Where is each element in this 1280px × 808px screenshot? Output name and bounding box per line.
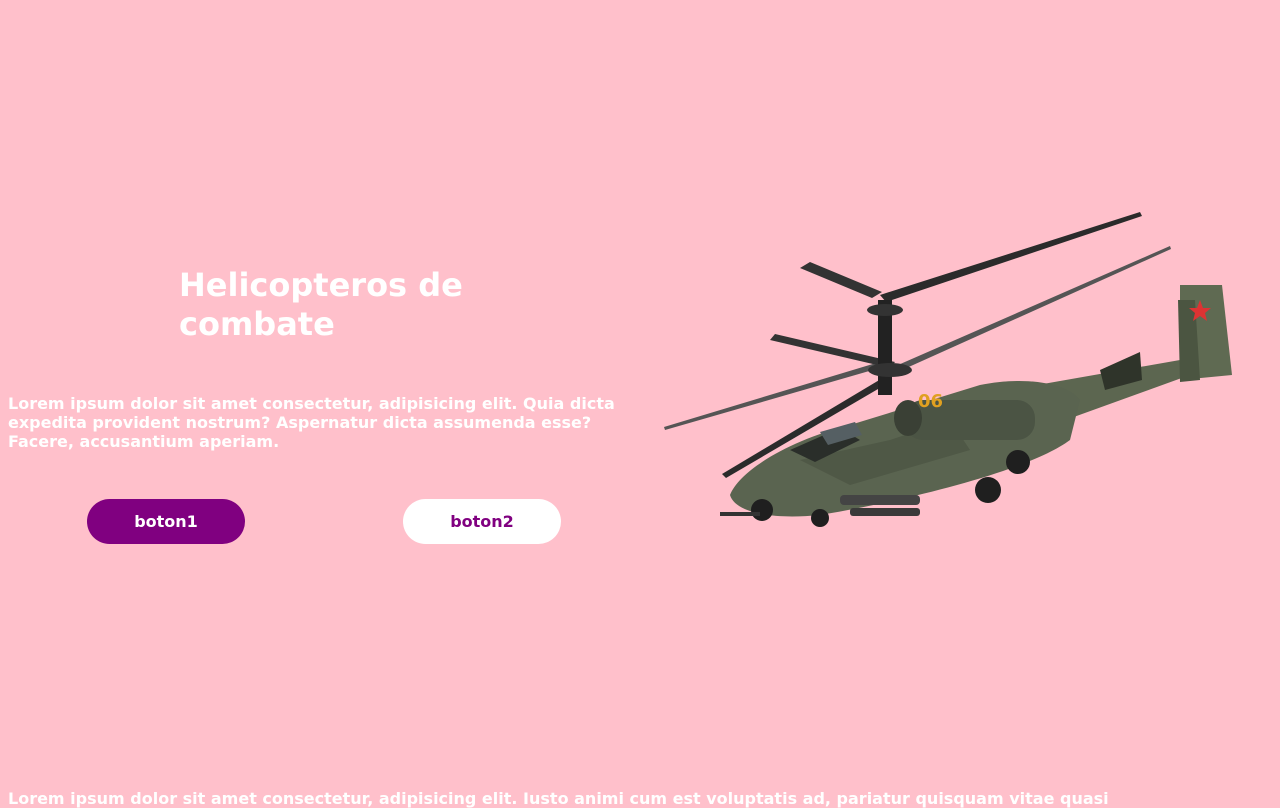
page-title: Helicopteros de combate bbox=[179, 266, 463, 343]
svg-text:06: 06 bbox=[918, 391, 943, 412]
footer-text: Lorem ipsum dolor sit amet consectetur, … bbox=[8, 789, 1109, 808]
attack-helicopter-image: 06 bbox=[664, 212, 1232, 527]
boton1-button[interactable]: boton1 bbox=[87, 499, 245, 544]
boton2-button[interactable]: boton2 bbox=[403, 499, 561, 544]
hero-description: Lorem ipsum dolor sit amet consectetur, … bbox=[8, 394, 615, 451]
hero-section: Helicopteros de combate Lorem ipsum dolo… bbox=[0, 0, 1280, 800]
